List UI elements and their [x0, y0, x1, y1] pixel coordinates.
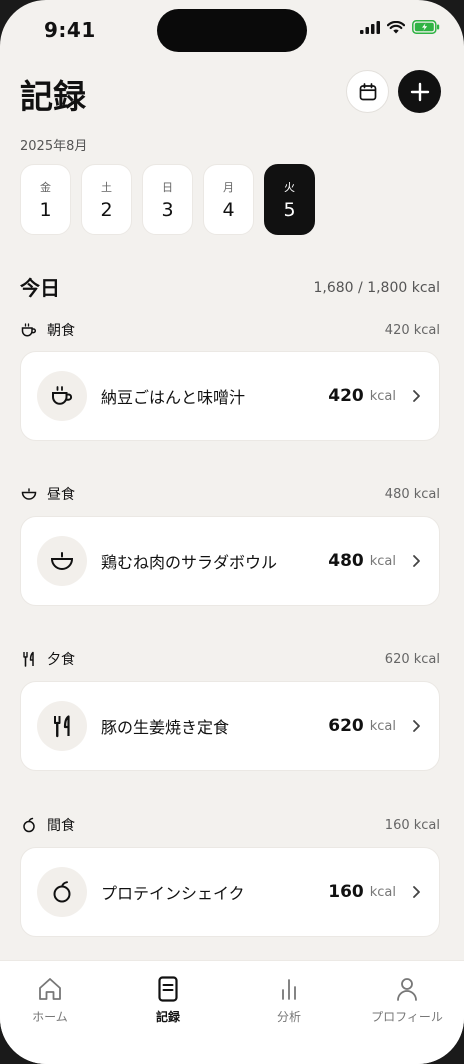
date-number: 3 [161, 198, 174, 221]
person-icon [397, 978, 417, 1001]
tab-analysis[interactable]: 分析 [239, 975, 339, 1025]
tab-label: ホーム [32, 1010, 68, 1024]
chevron-right-icon [412, 389, 421, 403]
meal-calories: 420 [328, 386, 364, 406]
meal-item-name: プロテインシェイク [101, 884, 245, 903]
home-icon [39, 978, 61, 1000]
bowl-icon [37, 536, 87, 586]
apple-icon [37, 867, 87, 917]
tab-label: 記録 [155, 1010, 180, 1024]
date-chip-selected[interactable]: 火 5 [264, 164, 315, 235]
meal-header-breakfast: 朝食 420 kcal [20, 319, 440, 341]
tab-profile[interactable]: プロフィール [357, 975, 457, 1025]
chevron-right-icon [412, 885, 421, 899]
document-icon [158, 976, 178, 1002]
today-calorie-total: 1,680 / 1,800 kcal [313, 280, 441, 296]
date-weekday: 日 [162, 180, 173, 194]
meal-type-label: 間食 [47, 818, 75, 834]
date-number: 5 [283, 198, 296, 221]
app-screen: 9:41 記録 2025年8月 金 1 土 2 日 3 月 4 火 5 今日 1… [0, 0, 464, 1064]
meal-calorie-unit: kcal [369, 553, 396, 569]
meal-type-label: 昼食 [47, 487, 75, 503]
meal-calorie-unit: kcal [369, 718, 396, 734]
tab-label: 分析 [276, 1010, 301, 1024]
date-strip: 金 1 土 2 日 3 月 4 火 5 [20, 164, 315, 235]
meal-header-lunch: 昼食 480 kcal [20, 483, 440, 505]
wifi-icon [387, 20, 405, 33]
coffee-cup-icon [37, 371, 87, 421]
meal-item-name: 納豆ごはんと味噌汁 [101, 388, 246, 407]
meal-kcal-label: 160 kcal [384, 817, 440, 833]
meal-type-label: 朝食 [47, 323, 75, 339]
meal-kcal-label: 480 kcal [384, 486, 440, 502]
date-weekday: 土 [101, 180, 112, 194]
status-time: 9:41 [44, 18, 96, 42]
meal-calories: 620 [328, 716, 364, 736]
fork-knife-icon [20, 650, 38, 668]
tab-bar: ホーム 記録 分析 プロフィール [0, 960, 464, 1064]
tab-record[interactable]: 記録 [118, 975, 218, 1025]
tab-label: プロフィール [371, 1010, 443, 1024]
meal-type-label: 夕食 [47, 652, 75, 668]
meal-card-dinner[interactable]: 豚の生姜焼き定食 620 kcal [20, 681, 440, 771]
meal-card-breakfast[interactable]: 納豆ごはんと味噌汁 420 kcal [20, 351, 440, 441]
date-weekday: 金 [40, 180, 51, 194]
chevron-right-icon [412, 554, 421, 568]
plus-icon [410, 82, 429, 101]
dynamic-island [157, 9, 307, 52]
page-title: 記録 [20, 77, 86, 116]
meal-item-name: 鶏むね肉のサラダボウル [101, 553, 278, 572]
date-chip[interactable]: 月 4 [203, 164, 254, 235]
add-record-button[interactable] [398, 70, 441, 113]
date-weekday: 火 [284, 180, 295, 194]
signal-icon [360, 20, 380, 34]
meal-kcal-label: 620 kcal [384, 651, 440, 667]
apple-icon [20, 816, 38, 834]
meal-header-dinner: 夕食 620 kcal [20, 648, 440, 670]
status-bar: 9:41 [0, 0, 464, 56]
date-chip[interactable]: 金 1 [20, 164, 71, 235]
meal-card-snack[interactable]: プロテインシェイク 160 kcal [20, 847, 440, 937]
date-number: 1 [39, 198, 52, 221]
meal-header-snack: 間食 160 kcal [20, 814, 440, 836]
today-heading: 今日 [20, 276, 60, 300]
date-number: 2 [100, 198, 113, 221]
month-label: 2025年8月 [20, 139, 88, 154]
coffee-cup-icon [20, 321, 38, 339]
meal-kcal-label: 420 kcal [384, 322, 440, 338]
meal-item-name: 豚の生姜焼き定食 [101, 718, 230, 737]
status-icons [360, 20, 440, 34]
battery-icon [412, 20, 440, 34]
date-number: 4 [222, 198, 235, 221]
chevron-right-icon [412, 719, 421, 733]
bar-chart-icon [282, 979, 296, 1000]
meal-calorie-unit: kcal [369, 388, 396, 404]
meal-calorie-unit: kcal [369, 884, 396, 900]
calendar-icon [359, 82, 376, 100]
meal-card-lunch[interactable]: 鶏むね肉のサラダボウル 480 kcal [20, 516, 440, 606]
meal-calories: 480 [328, 551, 364, 571]
bowl-icon [20, 485, 38, 503]
tab-home[interactable]: ホーム [0, 975, 100, 1025]
calendar-button[interactable] [346, 70, 389, 113]
date-chip[interactable]: 日 3 [142, 164, 193, 235]
meal-calories: 160 [328, 882, 364, 902]
fork-knife-icon [37, 701, 87, 751]
date-chip[interactable]: 土 2 [81, 164, 132, 235]
date-weekday: 月 [223, 180, 234, 194]
